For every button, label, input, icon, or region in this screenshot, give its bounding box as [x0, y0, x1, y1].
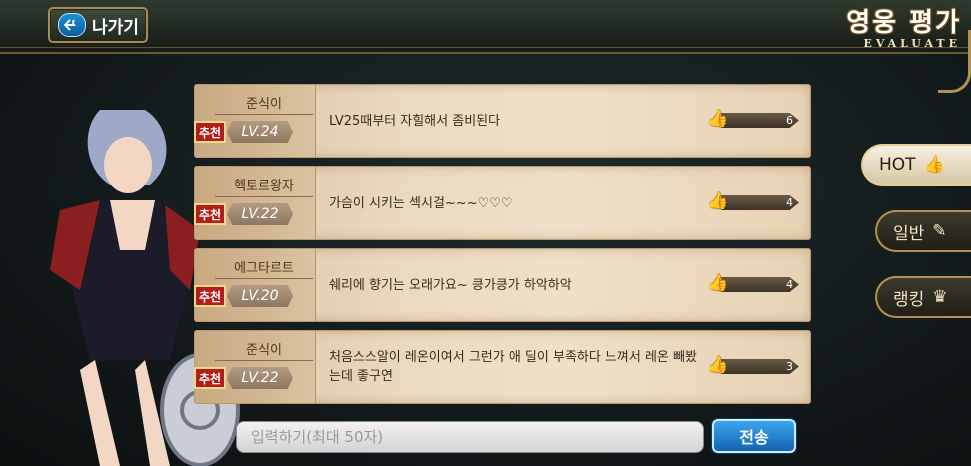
- back-button-label: 나가기: [92, 17, 139, 38]
- comment-text: LV25때부터 자힐해서 좀비된다: [329, 113, 501, 129]
- tab-general[interactable]: 일반 ✎: [875, 210, 971, 252]
- recommend-badge: 추천: [194, 285, 226, 307]
- tab-hot-label: HOT: [879, 155, 916, 175]
- author-level: LV.24: [227, 121, 293, 143]
- back-button[interactable]: 나가기: [48, 7, 148, 43]
- thumbs-up-icon: 👍: [707, 109, 729, 129]
- tab-ranking-label: 랭킹: [893, 289, 925, 310]
- like-button[interactable]: 👍 4: [707, 273, 801, 294]
- like-button[interactable]: 👍 4: [707, 191, 801, 212]
- thumbs-up-icon: 👍: [707, 355, 729, 375]
- top-bar: 나가기 영웅 평가 EVALUATE: [0, 0, 971, 54]
- comment-text: 가슴이 시키는 섹시걸~~~♡♡♡: [329, 195, 513, 211]
- tab-general-label: 일반: [893, 223, 925, 244]
- like-button[interactable]: 👍 6: [707, 109, 801, 130]
- comment-text: 처음스스알이 레온이여서 그런가 애 딜이 부족하다 느껴서 레온 빼봤는데 좋…: [329, 350, 697, 384]
- like-count: 6: [786, 114, 793, 127]
- recommend-badge: 추천: [194, 121, 226, 143]
- author-level: LV.22: [227, 203, 293, 225]
- tab-ranking[interactable]: 랭킹 ♛: [875, 276, 971, 318]
- send-button[interactable]: 전송: [712, 419, 796, 453]
- comment-input[interactable]: [236, 421, 704, 453]
- comment-row: 에그타르트 추천 LV.20 쉐리에 향기는 오래가요~ 킁가킁가 하악하악 👍…: [194, 248, 811, 322]
- like-button[interactable]: 👍 3: [707, 355, 801, 376]
- comment-author: 헥토르왕자: [215, 175, 313, 197]
- pencil-icon: ✎: [932, 221, 947, 241]
- thumbs-up-icon: 👍: [707, 191, 729, 211]
- tab-hot[interactable]: HOT 👍: [861, 144, 971, 186]
- recommend-badge: 추천: [194, 367, 226, 389]
- corner-ornament: [938, 30, 971, 93]
- author-level: LV.20: [227, 285, 293, 307]
- like-count: 4: [786, 196, 793, 209]
- comment-row: 준식이 추천 LV.22 처음스스알이 레온이여서 그런가 애 딜이 부족하다 …: [194, 330, 811, 404]
- comment-row: 헥토르왕자 추천 LV.22 가슴이 시키는 섹시걸~~~♡♡♡ 👍 4: [194, 166, 811, 240]
- back-arrow-icon: [58, 13, 86, 37]
- recommend-badge: 추천: [194, 203, 226, 225]
- comment-row: 준식이 추천 LV.24 LV25때부터 자힐해서 좀비된다 👍 6: [194, 84, 811, 158]
- comment-text: 쉐리에 향기는 오래가요~ 킁가킁가 하악하악: [329, 277, 572, 293]
- crown-icon: ♛: [932, 287, 948, 307]
- like-count: 3: [786, 360, 793, 373]
- comment-author: 에그타르트: [215, 257, 313, 279]
- comment-author: 준식이: [215, 339, 313, 361]
- like-count: 4: [786, 278, 793, 291]
- comment-list: 준식이 추천 LV.24 LV25때부터 자힐해서 좀비된다 👍 6 헥토르왕자…: [194, 84, 811, 412]
- thumbs-up-icon: 👍: [707, 273, 729, 293]
- author-level: LV.22: [227, 367, 293, 389]
- thumbs-up-icon: 👍: [923, 155, 945, 175]
- comment-author: 준식이: [215, 93, 313, 115]
